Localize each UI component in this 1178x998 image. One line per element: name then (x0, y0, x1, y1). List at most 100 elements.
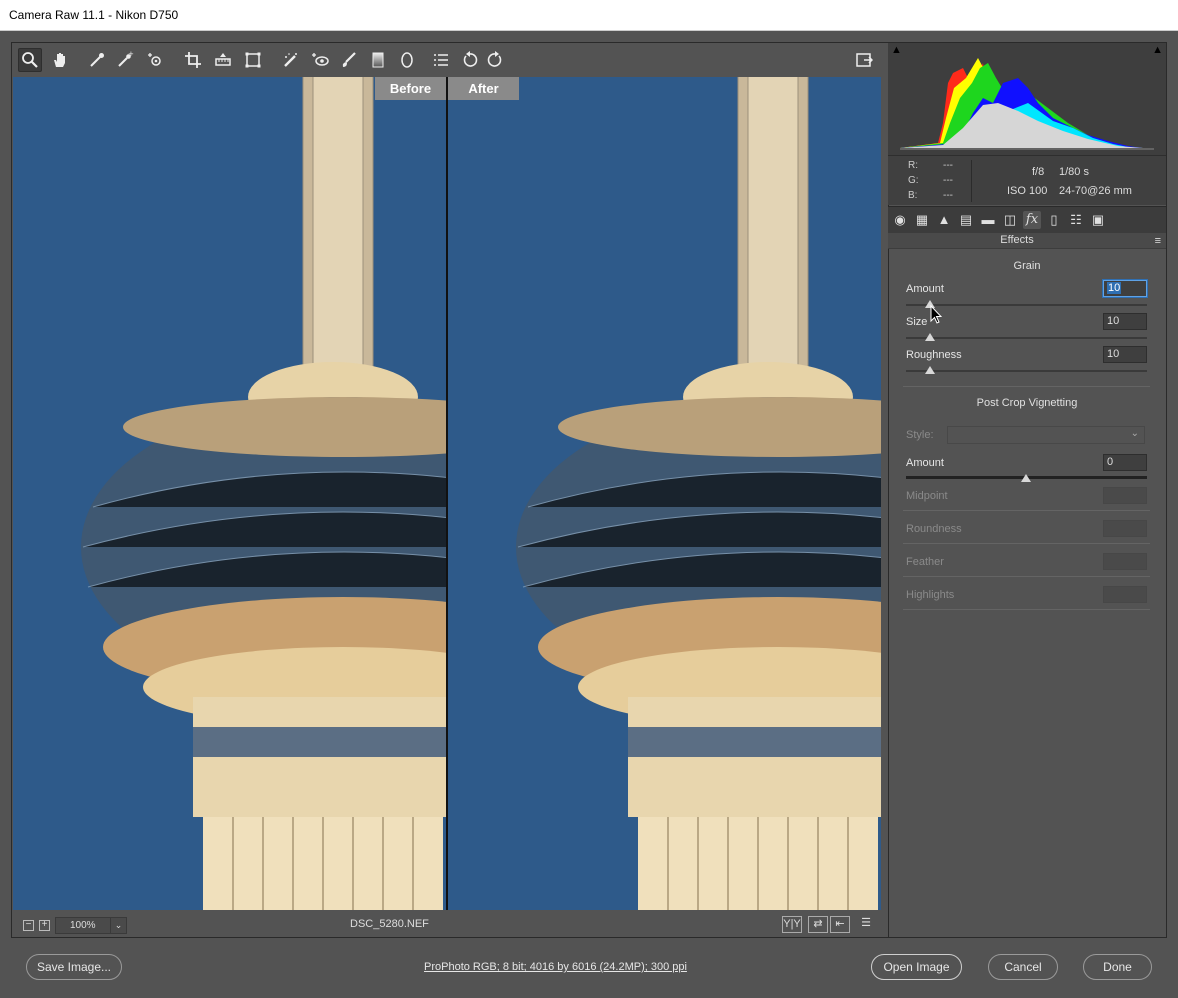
chevron-down-icon: ⌄ (110, 918, 126, 933)
histogram-graph (900, 58, 1154, 150)
white-balance-tool-icon[interactable] (85, 48, 109, 72)
roundness-track (903, 543, 1150, 544)
highlights-track (903, 609, 1150, 610)
zoom-tool-icon[interactable] (18, 48, 42, 72)
color-sampler-tool-icon[interactable]: + (113, 48, 137, 72)
crop-tool-icon[interactable] (181, 48, 205, 72)
before-label: Before (375, 77, 446, 100)
transform-tool-icon[interactable] (241, 48, 265, 72)
grain-size-label: Size (906, 316, 928, 328)
g-label: G: (908, 175, 919, 186)
swap-settings-button[interactable]: ⇄ (808, 916, 828, 933)
hand-tool-icon[interactable] (48, 48, 72, 72)
before-pane (13, 77, 446, 910)
lens-corrections-tab-icon[interactable]: ◫ (1001, 211, 1019, 229)
grain-amount-value: 10 (1107, 282, 1122, 294)
grain-size-track[interactable] (906, 337, 1147, 339)
before-after-view-button[interactable]: Y|Y (782, 916, 802, 933)
zoom-in-button[interactable]: + (39, 920, 50, 931)
after-label: After (448, 77, 519, 100)
vignette-amount-slider-thumb[interactable] (1021, 474, 1031, 482)
feather-track (903, 576, 1150, 577)
zoom-level-select[interactable]: 100% ⌄ (55, 917, 127, 934)
snapshots-tab-icon[interactable]: ▣ (1089, 211, 1107, 229)
vignette-style-select[interactable]: ⌄ (947, 426, 1145, 444)
vignette-highlights-field (1103, 586, 1147, 603)
grain-size-slider-thumb[interactable] (925, 333, 935, 341)
presets-tab-icon[interactable]: ☷ (1067, 211, 1085, 229)
grain-roughness-field[interactable]: 10 (1103, 346, 1147, 363)
vignette-feather-field (1103, 553, 1147, 570)
svg-text:+: + (128, 51, 134, 58)
panel-menu-icon[interactable]: ≡ (1155, 235, 1161, 247)
rotate-right-icon[interactable] (483, 48, 507, 72)
panel-tabs: ◉ ▦ ▲ ▤ ▬ ◫ fx ▯ ☷ ▣ (888, 206, 1166, 233)
r-value: --- (943, 160, 953, 171)
open-image-button[interactable]: Open Image (871, 954, 962, 980)
red-eye-tool-icon[interactable] (308, 48, 332, 72)
radial-filter-tool-icon[interactable] (395, 48, 419, 72)
targeted-adjustment-tool-icon[interactable] (143, 48, 167, 72)
vignette-highlights-label: Highlights (906, 589, 955, 601)
file-name: DSC_5280.NEF (350, 918, 429, 930)
preferences-icon[interactable] (429, 48, 453, 72)
camera-calibration-tab-icon[interactable]: ▯ (1045, 211, 1063, 229)
grain-roughness-track[interactable] (906, 370, 1147, 372)
grain-title: Grain (1013, 260, 1041, 272)
save-image-button[interactable]: Save Image... (26, 954, 122, 980)
after-image (448, 77, 881, 910)
spot-removal-tool-icon[interactable] (279, 48, 303, 72)
chevron-down-icon: ⌄ (1130, 428, 1139, 439)
vignette-style-label: Style: (906, 429, 934, 441)
rotate-left-icon[interactable] (458, 48, 482, 72)
workflow-options-link[interactable]: ProPhoto RGB; 8 bit; 4016 by 6016 (24.2M… (424, 961, 687, 973)
straighten-tool-icon[interactable] (211, 48, 235, 72)
before-image (13, 77, 446, 910)
vignette-title: Post Crop Vignetting (976, 397, 1078, 409)
adjustment-brush-tool-icon[interactable] (337, 48, 361, 72)
tone-curve-tab-icon[interactable]: ▦ (913, 211, 931, 229)
hsl-tab-icon[interactable]: ▤ (957, 211, 975, 229)
g-value: --- (943, 175, 953, 186)
midpoint-track (903, 510, 1150, 511)
vignette-roundness-label: Roundness (906, 523, 962, 535)
cancel-button[interactable]: Cancel (988, 954, 1058, 980)
vignette-amount-field[interactable]: 0 (1103, 454, 1147, 471)
vignette-midpoint-field (1103, 487, 1147, 504)
grain-amount-track[interactable] (906, 304, 1147, 306)
b-value: --- (943, 190, 953, 201)
panel-title: Effects (1000, 234, 1034, 246)
shadow-clipping-icon[interactable]: ▲ (891, 44, 902, 56)
toolbar: + (12, 44, 881, 76)
r-label: R: (908, 160, 918, 171)
section-divider (903, 386, 1150, 387)
copy-settings-button[interactable]: ⇤ (830, 916, 850, 933)
graduated-filter-tool-icon[interactable] (366, 48, 390, 72)
done-button[interactable]: Done (1083, 954, 1152, 980)
rgb-readout: R: --- G: --- B: --- f/8 1/80 s ISO 100 … (888, 155, 1166, 205)
window-title: Camera Raw 11.1 - Nikon D750 (9, 8, 179, 22)
highlight-clipping-icon[interactable]: ▲ (1152, 44, 1163, 56)
preview-status-bar: − + 100% ⌄ DSC_5280.NEF Y|Y ⇄ ⇤ ☰ (13, 912, 881, 937)
zoom-out-button[interactable]: − (23, 920, 34, 931)
image-preview[interactable]: Before After (13, 77, 881, 910)
panel-header: Effects ≡ (888, 233, 1166, 249)
aperture: f/8 (1032, 166, 1045, 178)
fullscreen-icon[interactable] (852, 48, 876, 72)
shutter-speed: 1/80 s (1059, 166, 1089, 178)
split-toning-tab-icon[interactable]: ▬ (979, 211, 997, 229)
mouse-cursor-icon (930, 305, 942, 324)
grain-size-field[interactable]: 10 (1103, 313, 1147, 330)
iso: ISO 100 (1007, 185, 1048, 197)
detail-tab-icon[interactable]: ▲ (935, 211, 953, 229)
grain-roughness-slider-thumb[interactable] (925, 366, 935, 374)
title-bar: Camera Raw 11.1 - Nikon D750 (0, 0, 1178, 31)
grain-roughness-label: Roughness (906, 349, 962, 361)
toggle-settings-button[interactable]: ☰ (856, 916, 876, 933)
grain-amount-field[interactable]: 10 (1103, 280, 1147, 297)
vignette-midpoint-label: Midpoint (906, 490, 948, 502)
basic-tab-icon[interactable]: ◉ (891, 211, 909, 229)
effects-tab-icon[interactable]: fx (1023, 211, 1041, 229)
vignette-feather-label: Feather (906, 556, 944, 568)
grain-amount-label: Amount (906, 283, 944, 295)
